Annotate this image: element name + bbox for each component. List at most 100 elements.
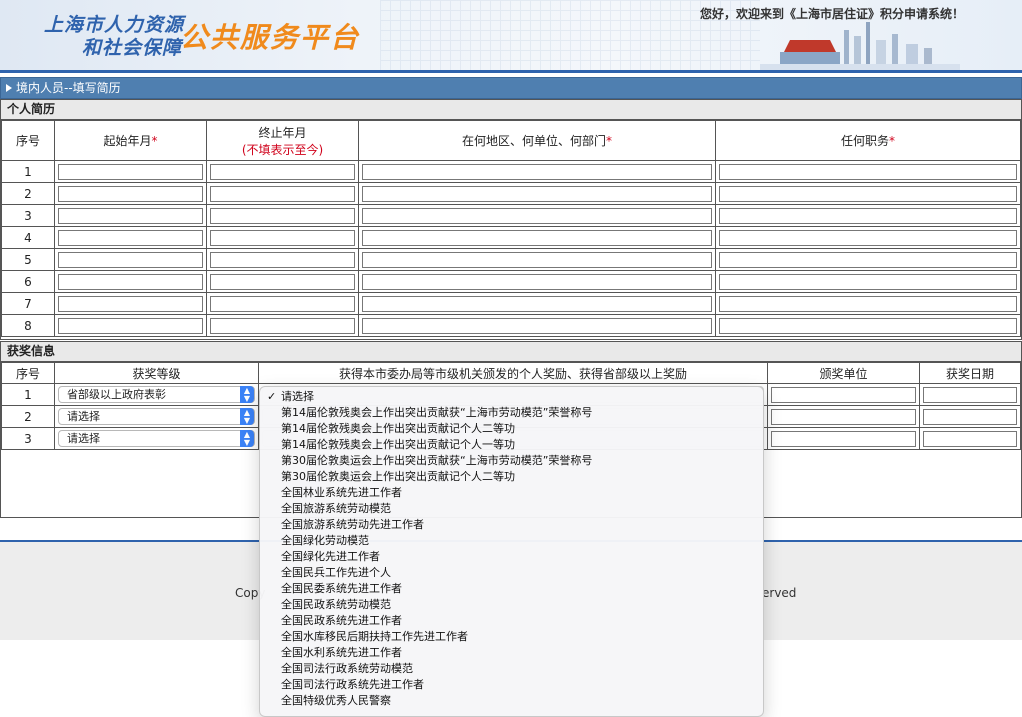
start-month-input[interactable] <box>58 229 203 246</box>
dropdown-option[interactable]: 第30届伦敦奥运会上作出突出贡献获“上海市劳动模范”荣誉称号 <box>260 453 763 469</box>
dropdown-option[interactable]: 全国绿化先进工作者 <box>260 549 763 565</box>
start-month-input[interactable] <box>58 251 203 268</box>
table-row: 2 <box>1 182 1021 205</box>
dropdown-option[interactable]: 全国绿化劳动模范 <box>260 533 763 549</box>
award-level-select[interactable]: 省部级以上政府表彰 ▲ ▼ <box>58 386 255 403</box>
row-index: 3 <box>1 427 55 450</box>
row-index: 1 <box>1 160 55 183</box>
place-input[interactable] <box>362 229 712 246</box>
award-level-value: 请选择 <box>67 432 100 445</box>
row-index: 5 <box>1 248 55 271</box>
position-input[interactable] <box>719 163 1017 180</box>
dropdown-option[interactable]: 第14届伦敦残奥会上作出突出贡献记个人二等功 <box>260 421 763 437</box>
dropdown-option[interactable]: 第30届伦敦奥运会上作出突出贡献记个人二等功 <box>260 469 763 485</box>
dropdown-option[interactable]: 全国民政系统劳动模范 <box>260 597 763 613</box>
dropdown-option[interactable]: 全国旅游系统劳动模范 <box>260 501 763 517</box>
end-month-input[interactable] <box>210 251 355 268</box>
start-month-input[interactable] <box>58 295 203 312</box>
start-month-input[interactable] <box>58 163 203 180</box>
start-month-input[interactable] <box>58 317 203 334</box>
position-input[interactable] <box>719 185 1017 202</box>
award-level-value: 省部级以上政府表彰 <box>67 388 166 401</box>
triangle-right-icon <box>6 84 12 92</box>
col-header-award-name: 获得本市委办局等市级机关颁发的个人奖励、获得省部级以上奖励 <box>258 362 768 384</box>
row-index: 2 <box>1 182 55 205</box>
award-date-input[interactable] <box>923 408 1017 425</box>
award-level-select[interactable]: 请选择 ▲ ▼ <box>58 408 255 425</box>
position-input[interactable] <box>719 229 1017 246</box>
place-input[interactable] <box>362 273 712 290</box>
place-input[interactable] <box>362 185 712 202</box>
start-month-input[interactable] <box>58 185 203 202</box>
table-row: 8 <box>1 314 1021 337</box>
place-input[interactable] <box>362 317 712 334</box>
dropdown-option[interactable]: 全国司法行政系统劳动模范 <box>260 661 763 677</box>
end-month-input[interactable] <box>210 207 355 224</box>
logo-text-line2: 和社会保障 <box>82 37 183 59</box>
place-input[interactable] <box>362 251 712 268</box>
dropdown-option[interactable]: 全国民政系统先进工作者 <box>260 613 763 629</box>
skyline-illustration <box>760 22 960 70</box>
col-header-place: 在何地区、何单位、何部门* <box>358 120 716 161</box>
award-date-input[interactable] <box>923 430 1017 447</box>
table-row: 4 <box>1 226 1021 249</box>
awards-heading: 获奖信息 <box>1 342 1021 362</box>
position-input[interactable] <box>719 295 1017 312</box>
end-month-input[interactable] <box>210 317 355 334</box>
checkmark-icon: ✓ <box>267 390 277 403</box>
dropdown-option[interactable]: 全国特级优秀人民警察 <box>260 693 763 709</box>
end-month-input[interactable] <box>210 163 355 180</box>
award-issuer-input[interactable] <box>771 430 916 447</box>
resume-panel: 个人简历 序号 起始年月* 终止年月 (不填表示至今) 在何地区、何单位、何部门*… <box>0 99 1022 340</box>
dropdown-option[interactable]: 全国水利系统先进工作者 <box>260 645 763 661</box>
row-index: 7 <box>1 292 55 315</box>
end-month-input[interactable] <box>210 273 355 290</box>
site-header: 上海市人力资源 和社会保障 公共服务平台 您好，欢迎来到《上海市居住证》积分申请… <box>0 0 1022 73</box>
col-header-award-issuer: 颁奖单位 <box>767 362 920 384</box>
place-input[interactable] <box>362 163 712 180</box>
col-header-end: 终止年月 (不填表示至今) <box>206 120 359 161</box>
position-input[interactable] <box>719 207 1017 224</box>
col-header-start: 起始年月* <box>54 120 207 161</box>
col-header-index: 序号 <box>1 120 55 161</box>
start-month-input[interactable] <box>58 207 203 224</box>
end-month-input[interactable] <box>210 229 355 246</box>
select-updown-icon: ▲ ▼ <box>240 386 254 403</box>
end-month-input[interactable] <box>210 185 355 202</box>
row-index: 1 <box>1 383 55 406</box>
start-month-input[interactable] <box>58 273 203 290</box>
table-row: 7 <box>1 292 1021 315</box>
dropdown-option[interactable]: 全国林业系统先进工作者 <box>260 485 763 501</box>
dropdown-option[interactable]: 全国水库移民后期扶持工作先进工作者 <box>260 629 763 645</box>
position-input[interactable] <box>719 251 1017 268</box>
row-index: 8 <box>1 314 55 337</box>
dropdown-option[interactable]: 全国司法行政系统先进工作者 <box>260 677 763 693</box>
table-row: 5 <box>1 248 1021 271</box>
row-index: 6 <box>1 270 55 293</box>
dropdown-option[interactable]: 第14届伦敦残奥会上作出突出贡献获“上海市劳动模范”荣誉称号 <box>260 405 763 421</box>
place-input[interactable] <box>362 207 712 224</box>
place-input[interactable] <box>362 295 712 312</box>
table-row: 1 <box>1 160 1021 183</box>
dropdown-option[interactable]: ✓ 请选择 <box>260 389 763 405</box>
table-row: 6 <box>1 270 1021 293</box>
award-level-value: 请选择 <box>67 410 100 423</box>
position-input[interactable] <box>719 317 1017 334</box>
dropdown-option[interactable]: 全国民委系统先进工作者 <box>260 581 763 597</box>
award-date-input[interactable] <box>923 386 1017 403</box>
award-level-select[interactable]: 请选择 ▲ ▼ <box>58 430 255 447</box>
resume-heading: 个人简历 <box>1 100 1021 120</box>
col-header-award-index: 序号 <box>1 362 55 384</box>
award-select-dropdown[interactable]: ✓ 请选择 第14届伦敦残奥会上作出突出贡献获“上海市劳动模范”荣誉称号 第14届伦敦… <box>259 386 764 717</box>
award-issuer-input[interactable] <box>771 408 916 425</box>
dropdown-option[interactable]: 第14届伦敦残奥会上作出突出贡献记个人一等功 <box>260 437 763 453</box>
copyright-text-right: erved <box>762 586 797 600</box>
dropdown-option[interactable]: 全国民兵工作先进个人 <box>260 565 763 581</box>
end-month-input[interactable] <box>210 295 355 312</box>
col-header-award-level: 获奖等级 <box>54 362 259 384</box>
position-input[interactable] <box>719 273 1017 290</box>
dropdown-option[interactable]: 全国旅游系统劳动先进工作者 <box>260 517 763 533</box>
award-issuer-input[interactable] <box>771 386 916 403</box>
logo-platform-text: 公共服务平台 <box>180 21 361 54</box>
col-header-position: 任何职务* <box>715 120 1021 161</box>
